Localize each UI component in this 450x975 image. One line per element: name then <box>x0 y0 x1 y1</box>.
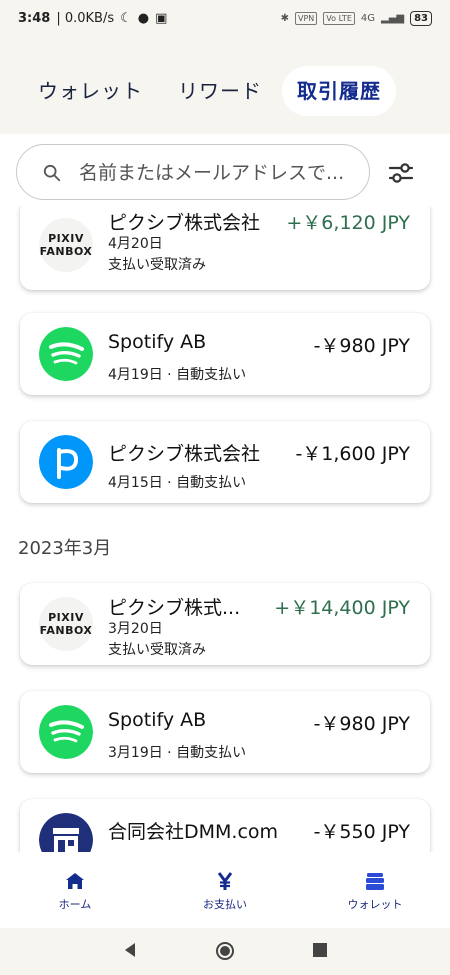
merchant-name: ピクシブ株式会社 <box>108 212 261 234</box>
merchant-name: ピクシブ株式会社 <box>108 443 261 465</box>
tab-rewards[interactable]: リワード <box>178 66 262 116</box>
transaction-list: PIXIV FANBOX ピクシブ株式会社 +￥6,120 JPY 4月20日 支… <box>0 206 450 852</box>
network-type: 4G <box>360 12 375 24</box>
transaction-card[interactable]: ピクシブ株式会社 -￥1,600 JPY 4月15日 · 自動支払い <box>20 421 430 503</box>
wallet-icon <box>366 873 384 890</box>
system-navigation-bar <box>0 928 450 975</box>
transaction-amount: -￥980 JPY <box>313 335 410 357</box>
nav-payments[interactable]: お支払い <box>175 870 275 912</box>
home-icon <box>66 873 84 889</box>
filter-icon[interactable] <box>386 158 416 188</box>
transaction-card[interactable]: PIXIV FANBOX ピクシブ株式... +￥14,400 JPY 3月20日… <box>20 583 430 665</box>
transaction-date: 3月19日 · 自動支払い <box>108 745 247 761</box>
recents-icon[interactable] <box>310 940 330 960</box>
nav-home-label: ホーム <box>58 898 92 911</box>
transaction-amount: -￥550 JPY <box>313 821 410 843</box>
spotify-logo <box>39 327 93 381</box>
transaction-date: 4月20日 <box>108 236 163 252</box>
nav-wallet-label: ウォレット <box>347 898 403 911</box>
search-input[interactable] <box>79 145 365 201</box>
status-network-speed: | 0.0KB/s <box>56 10 115 26</box>
nav-home[interactable]: ホーム <box>25 870 125 912</box>
search-bar[interactable] <box>16 144 370 201</box>
pixiv-fanbox-logo: PIXIV FANBOX <box>39 597 93 651</box>
back-icon[interactable] <box>120 940 140 960</box>
transaction-amount: +￥14,400 JPY <box>274 597 410 619</box>
dmm-store-logo <box>39 813 93 852</box>
pixiv-fanbox-logo: PIXIV FANBOX <box>39 218 93 272</box>
moon-icon: ☾ <box>120 10 132 26</box>
spotify-logo <box>39 705 93 759</box>
transaction-amount: -￥980 JPY <box>313 713 410 735</box>
home-circle-icon[interactable] <box>214 940 236 962</box>
merchant-name: 合同会社DMM.com <box>108 821 279 843</box>
pixiv-logo <box>39 435 93 489</box>
month-header: 2023年3月 <box>18 538 112 559</box>
transaction-card[interactable]: Spotify AB -￥980 JPY 3月19日 · 自動支払い <box>20 691 430 773</box>
transaction-card[interactable]: 合同会社DMM.com -￥550 JPY <box>20 799 430 852</box>
transaction-status: 支払い受取済み <box>108 257 206 273</box>
search-icon <box>43 164 61 182</box>
nav-wallet[interactable]: ウォレット <box>325 870 425 912</box>
transaction-date: 3月20日 <box>108 621 163 637</box>
merchant-name: ピクシブ株式... <box>108 597 241 619</box>
transaction-amount: -￥1,600 JPY <box>295 443 410 465</box>
status-time: 3:48 <box>18 10 51 26</box>
transaction-date: 4月15日 · 自動支払い <box>108 475 247 491</box>
transaction-status: 支払い受取済み <box>108 642 206 658</box>
yen-icon <box>217 872 233 890</box>
bottom-navigation: ホーム お支払い ウォレット <box>0 852 450 928</box>
transaction-card[interactable]: PIXIV FANBOX ピクシブ株式会社 +￥6,120 JPY 4月20日 支… <box>20 206 430 290</box>
tab-transactions[interactable]: 取引履歴 <box>282 66 396 116</box>
merchant-name: Spotify AB <box>108 331 207 353</box>
transaction-card[interactable]: Spotify AB -￥980 JPY 4月19日 · 自動支払い <box>20 313 430 395</box>
volte-badge: Vo LTE <box>323 11 355 25</box>
merchant-name: Spotify AB <box>108 709 207 731</box>
bluetooth-icon: ✱ <box>280 12 289 24</box>
calendar-icon: ▣ <box>155 10 168 26</box>
spotify-status-icon: ● <box>137 10 150 26</box>
tab-wallet[interactable]: ウォレット <box>38 66 143 116</box>
signal-icon: ▂▄▆ <box>381 12 405 24</box>
transaction-amount: +￥6,120 JPY <box>286 212 410 234</box>
transaction-date: 4月19日 · 自動支払い <box>108 367 247 383</box>
nav-payments-label: お支払い <box>203 898 247 911</box>
battery-indicator: 83 <box>410 10 432 26</box>
vpn-badge: VPN <box>295 11 318 25</box>
status-bar: 3:48 | 0.0KB/s ☾ ● ▣ ✱ VPN Vo LTE 4G ▂▄▆… <box>0 0 450 36</box>
header: ウォレット リワード 取引履歴 <box>0 36 450 134</box>
